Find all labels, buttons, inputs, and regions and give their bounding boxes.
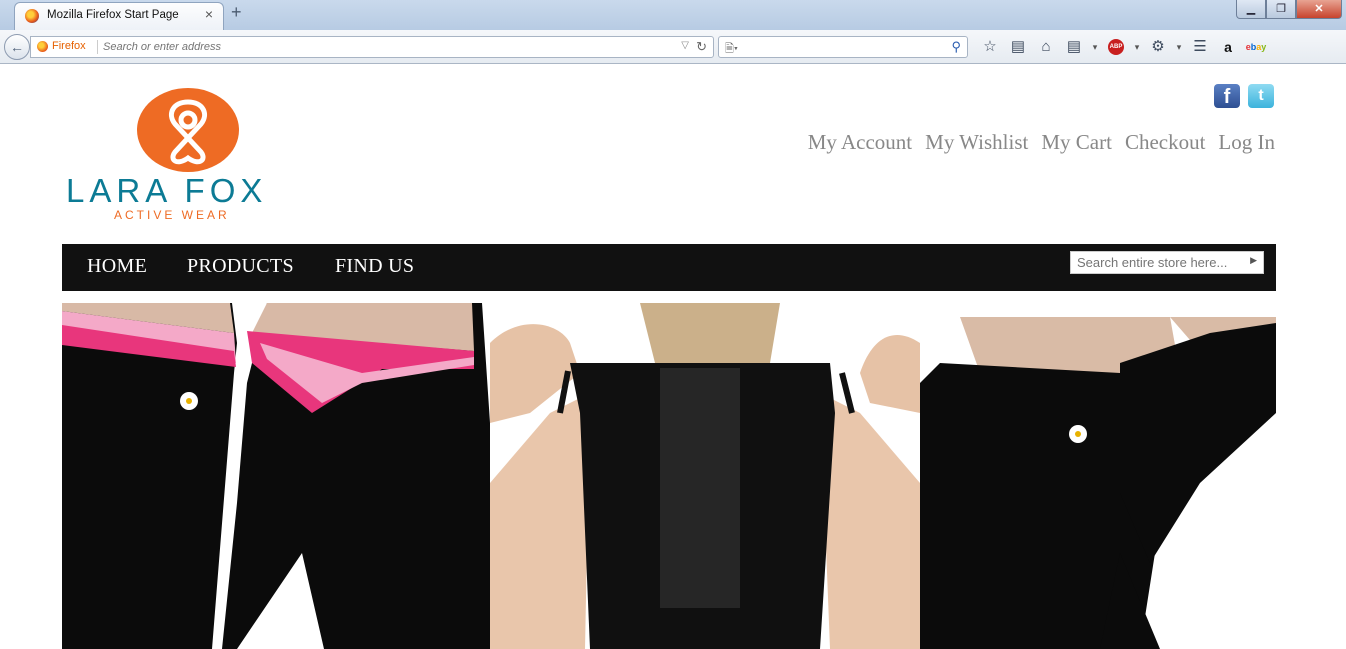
back-button[interactable]: ← [4, 34, 30, 60]
search-icon[interactable]: ⚲ [951, 39, 961, 55]
my-wishlist-link[interactable]: My Wishlist [925, 130, 1028, 155]
nav-home[interactable]: HOME [87, 255, 147, 278]
menu-icon[interactable]: ☰ [1186, 36, 1214, 58]
site-logo[interactable]: LARA FOX ACTIVE WEAR [62, 86, 302, 226]
maximize-button[interactable]: ❐ [1266, 0, 1296, 19]
adblock-plus-icon[interactable]: ABP [1102, 36, 1130, 58]
close-window-button[interactable]: ✕ [1296, 0, 1342, 19]
url-separator [97, 40, 98, 54]
checkout-link[interactable]: Checkout [1125, 130, 1205, 155]
twitter-icon[interactable]: t [1248, 84, 1274, 108]
my-cart-link[interactable]: My Cart [1041, 130, 1112, 155]
title-bar: Mozilla Firefox Start Page × + ▁ ❐ ✕ [0, 0, 1346, 30]
extension-icon[interactable]: ⚙ [1144, 36, 1172, 58]
reading-list-icon[interactable]: ▤ [1004, 36, 1032, 58]
toolbar-icons: ☆ ▤ ⌂ ▤ ▾ ABP ▾ ⚙ ▾ ☰ a ebay [976, 36, 1270, 58]
home-icon[interactable]: ⌂ [1032, 36, 1060, 58]
main-navigation: HOME PRODUCTS FIND US ▶ [62, 244, 1276, 291]
search-bar[interactable]: 🗎▾ ⚲ [718, 36, 968, 58]
address-bar[interactable]: Firefox ▽ ↻ [30, 36, 714, 58]
firefox-favicon-icon [25, 9, 39, 23]
ebay-icon[interactable]: ebay [1242, 36, 1270, 58]
search-engine-icon[interactable]: 🗎▾ [725, 40, 738, 59]
url-input[interactable] [103, 37, 663, 57]
brand-name: LARA FOX [66, 172, 268, 209]
banner-image-mesh-tank [490, 303, 920, 649]
logo-emblem-icon [137, 88, 239, 172]
nav-products[interactable]: PRODUCTS [187, 255, 294, 278]
firefox-logo-icon [37, 40, 48, 52]
back-arrow-icon: ← [10, 39, 24, 55]
pocket-icon[interactable]: ▤ [1060, 36, 1088, 58]
search-submit-icon[interactable]: ▶ [1250, 255, 1257, 266]
nav-find-us[interactable]: FIND US [335, 255, 414, 278]
store-search-input[interactable] [1071, 252, 1249, 273]
facebook-icon[interactable]: f [1214, 84, 1240, 108]
banner-image-leggings-side [920, 303, 1276, 649]
adblock-dropdown-icon[interactable]: ▾ [1130, 36, 1144, 58]
history-dropdown-icon[interactable]: ▽ [681, 40, 689, 51]
tab-close-icon[interactable]: × [205, 6, 213, 22]
window-controls: ▁ ❐ ✕ [1236, 0, 1342, 20]
navigation-toolbar: ← Firefox ▽ ↻ 🗎▾ ⚲ ☆ ▤ ⌂ ▤ ▾ ABP ▾ ⚙ ▾ ☰… [0, 30, 1346, 64]
amazon-icon[interactable]: a [1214, 36, 1242, 58]
reload-icon[interactable]: ↻ [696, 39, 707, 55]
new-tab-button[interactable]: + [231, 2, 242, 23]
my-account-link[interactable]: My Account [808, 130, 912, 155]
extension-dropdown-icon[interactable]: ▾ [1172, 36, 1186, 58]
brand-tagline: ACTIVE WEAR [114, 208, 230, 222]
banner-image-leggings-front [62, 303, 490, 649]
account-links: My Account My Wishlist My Cart Checkout … [808, 130, 1275, 155]
store-search: ▶ [1070, 251, 1264, 274]
pocket-dropdown-icon[interactable]: ▾ [1088, 36, 1102, 58]
tab-title: Mozilla Firefox Start Page [47, 9, 179, 21]
minimize-button[interactable]: ▁ [1236, 0, 1266, 19]
hero-banner[interactable] [62, 303, 1276, 649]
site-identity[interactable]: Firefox [37, 40, 86, 52]
log-in-link[interactable]: Log In [1218, 130, 1275, 155]
bookmark-star-icon[interactable]: ☆ [976, 36, 1004, 58]
identity-label: Firefox [52, 40, 86, 52]
browser-tab[interactable]: Mozilla Firefox Start Page × [14, 2, 224, 30]
